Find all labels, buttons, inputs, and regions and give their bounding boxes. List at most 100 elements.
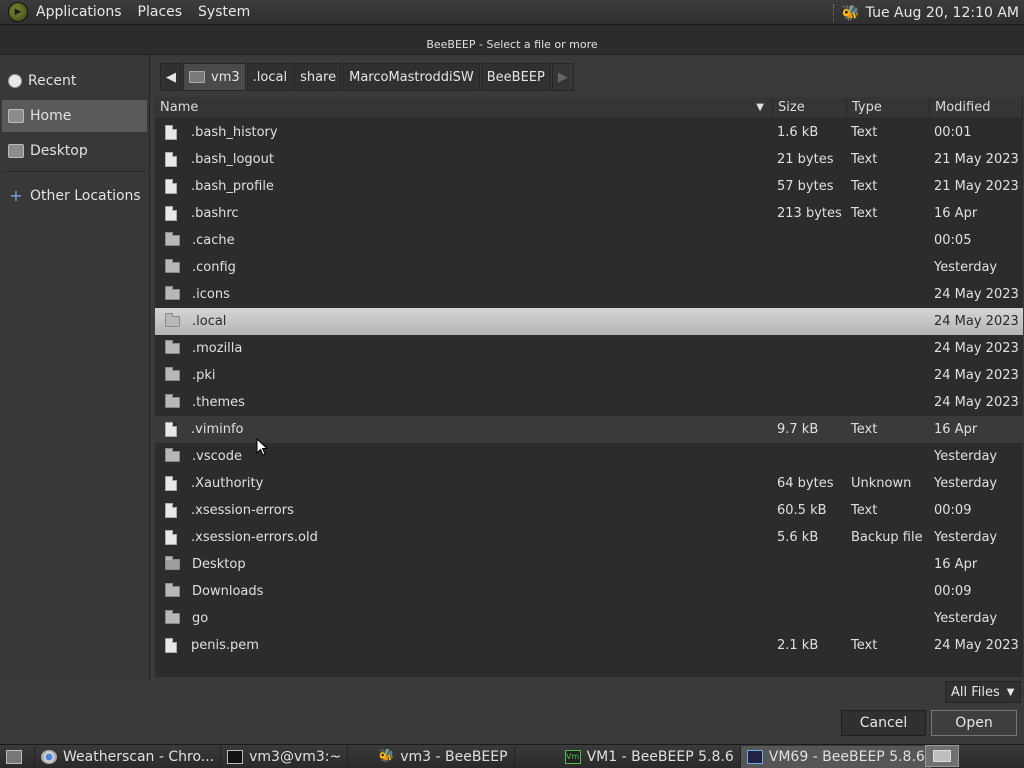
- task-label: vm3 - BeeBEEP: [400, 748, 508, 765]
- folder-icon: [165, 232, 180, 246]
- file-name-cell: .pki: [155, 362, 773, 389]
- folder-icon: [165, 448, 180, 462]
- terminal-icon: [227, 749, 244, 764]
- column-header-modified[interactable]: Modified: [930, 97, 1023, 118]
- column-header-name[interactable]: Name ▼: [155, 97, 773, 118]
- breadcrumb-item[interactable]: BeeBEEP: [480, 63, 551, 91]
- file-row[interactable]: .cache 00:05: [155, 227, 1023, 254]
- file-type: Text: [851, 503, 878, 518]
- file-modified: Yesterday: [934, 530, 998, 545]
- file-row[interactable]: .themes 24 May 2023: [155, 389, 1023, 416]
- file-row[interactable]: .viminfo 9.7 kB Text 16 Apr: [155, 416, 1023, 443]
- file-size: [773, 254, 847, 281]
- applications-menu[interactable]: Applications: [28, 0, 130, 25]
- file-modified: 24 May 2023: [934, 341, 1019, 356]
- file-row[interactable]: .local 24 May 2023: [155, 308, 1023, 335]
- file-name-cell: penis.pem: [155, 632, 773, 659]
- breadcrumb-back-button[interactable]: ◀: [160, 63, 182, 91]
- file-size: [773, 308, 847, 335]
- file-size: [773, 605, 847, 632]
- file-modified: 24 May 2023: [934, 368, 1019, 383]
- file-icon: [165, 530, 177, 545]
- file-row[interactable]: .icons 24 May 2023: [155, 281, 1023, 308]
- file-modified: 21 May 2023: [934, 179, 1019, 194]
- breadcrumb-forward-button[interactable]: ▶: [551, 63, 574, 91]
- file-name-cell: Desktop: [155, 551, 773, 578]
- file-name-cell: go: [155, 605, 773, 632]
- task-vm69-beebeep[interactable]: VM69 - BeeBEEP 5.8.6: [740, 745, 932, 768]
- places-menu[interactable]: Places: [130, 0, 191, 25]
- file-type: [847, 551, 930, 578]
- file-size: 60.5 kB: [777, 503, 827, 518]
- task-label: VM1 - BeeBEEP 5.8.6: [586, 748, 734, 765]
- file-name: .Xauthority: [191, 476, 264, 491]
- folder-icon: [165, 286, 180, 300]
- file-row[interactable]: .mozilla 24 May 2023: [155, 335, 1023, 362]
- file-name-cell: .viminfo: [155, 416, 773, 443]
- file-row[interactable]: .bash_history 1.6 kB Text 00:01: [155, 119, 1023, 146]
- file-row[interactable]: .config Yesterday: [155, 254, 1023, 281]
- file-row[interactable]: .bashrc 213 bytes Text 16 Apr: [155, 200, 1023, 227]
- file-type: Text: [851, 125, 878, 140]
- file-row[interactable]: .xsession-errors 60.5 kB Text 00:09: [155, 497, 1023, 524]
- file-name: .xsession-errors: [191, 503, 294, 518]
- system-menu[interactable]: System: [190, 0, 258, 25]
- file-size: [773, 551, 847, 578]
- folder-icon: [165, 583, 180, 597]
- file-row[interactable]: go Yesterday: [155, 605, 1023, 632]
- breadcrumb-item-vm3[interactable]: vm3: [183, 63, 246, 91]
- file-row[interactable]: .vscode Yesterday: [155, 443, 1023, 470]
- file-rows: .bash_history 1.6 kB Text 00:01 .bash_logout…: [155, 119, 1023, 659]
- task-terminal[interactable]: vm3@vm3:~: [221, 745, 349, 768]
- breadcrumb-item[interactable]: share: [294, 63, 343, 91]
- file-size: 9.7 kB: [777, 422, 819, 437]
- file-filter-value: All Files: [951, 684, 1000, 700]
- folder-icon: [165, 313, 180, 327]
- file-type: Unknown: [851, 476, 912, 491]
- column-header-size[interactable]: Size: [773, 97, 847, 118]
- task-vm1-beebeep[interactable]: Vm VM1 - BeeBEEP 5.8.6: [515, 745, 741, 768]
- bee-icon: 🐝: [378, 748, 395, 764]
- sidebar-item-home[interactable]: Home: [2, 100, 147, 132]
- file-row[interactable]: .bash_profile 57 bytes Text 21 May 2023: [155, 173, 1023, 200]
- clock[interactable]: Tue Aug 20, 12:10 AM: [866, 5, 1019, 21]
- file-name-cell: .icons: [155, 281, 773, 308]
- file-row[interactable]: Downloads 00:09: [155, 578, 1023, 605]
- sidebar-item-other-locations[interactable]: + Other Locations: [2, 180, 147, 212]
- file-modified: Yesterday: [934, 476, 998, 491]
- file-row[interactable]: .xsession-errors.old 5.6 kB Backup file Yes…: [155, 524, 1023, 551]
- system-tray: 🐝 Tue Aug 20, 12:10 AM: [832, 0, 1024, 25]
- file-type: Text: [851, 152, 878, 167]
- open-button[interactable]: Open: [931, 710, 1017, 736]
- show-desktop-button[interactable]: [0, 745, 35, 768]
- file-name: .mozilla: [192, 341, 243, 356]
- file-name-cell: .themes: [155, 389, 773, 416]
- workspace-switcher[interactable]: [925, 745, 959, 767]
- vm-monitor-icon: [746, 749, 763, 764]
- file-row[interactable]: .bash_logout 21 bytes Text 21 May 2023: [155, 146, 1023, 173]
- column-header-type[interactable]: Type: [847, 97, 930, 118]
- file-size: 2.1 kB: [777, 638, 819, 653]
- plus-icon: +: [9, 186, 23, 205]
- file-modified: 24 May 2023: [934, 395, 1019, 410]
- file-row[interactable]: Desktop 16 Apr: [155, 551, 1023, 578]
- breadcrumb-item[interactable]: MarcoMastroddiSW: [343, 63, 480, 91]
- task-vm3-beebeep[interactable]: 🐝 vm3 - BeeBEEP: [348, 745, 515, 768]
- task-chrome[interactable]: Weatherscan - Chro...: [35, 745, 222, 768]
- beebeep-tray-icon[interactable]: 🐝: [841, 4, 860, 22]
- cancel-button[interactable]: Cancel: [841, 710, 926, 736]
- distro-logo-icon[interactable]: ▶: [8, 2, 28, 22]
- show-desktop-icon: [6, 749, 22, 764]
- sidebar-item-desktop[interactable]: Desktop: [2, 135, 147, 167]
- file-row[interactable]: .pki 24 May 2023: [155, 362, 1023, 389]
- file-filter-dropdown[interactable]: All Files ▼: [945, 681, 1021, 703]
- file-icon: [165, 179, 177, 194]
- file-size: [773, 578, 847, 605]
- file-name: go: [192, 611, 209, 626]
- sidebar-item-recent[interactable]: Recent: [2, 65, 147, 97]
- breadcrumb-item[interactable]: .local: [246, 63, 294, 91]
- home-folder-icon: [189, 71, 205, 83]
- file-row[interactable]: penis.pem 2.1 kB Text 24 May 2023: [155, 632, 1023, 659]
- file-name-cell: .mozilla: [155, 335, 773, 362]
- file-row[interactable]: .Xauthority 64 bytes Unknown Yesterday: [155, 470, 1023, 497]
